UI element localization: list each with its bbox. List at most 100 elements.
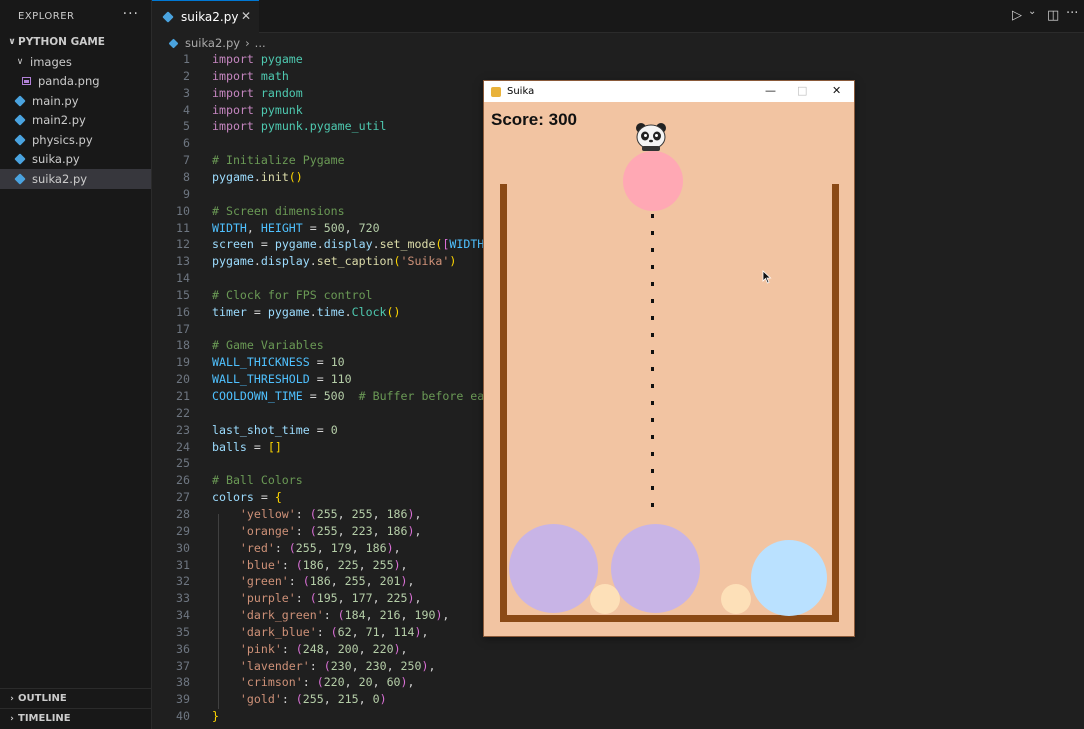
code-token: 500: [323, 220, 345, 235]
outline-section[interactable]: › OUTLINE: [0, 688, 151, 708]
code-token: 250: [400, 658, 422, 673]
code-line[interactable]: 36 'pink': (248, 200, 220),: [152, 641, 1084, 658]
code-token: (: [302, 574, 310, 589]
code-token: 71: [365, 624, 380, 639]
code-token: # Screen dimensions: [212, 203, 345, 218]
code-text: # Initialize Pygame: [212, 152, 345, 169]
code-token: time: [316, 304, 345, 319]
code-text: 'red': (255, 179, 186),: [212, 540, 401, 557]
code-token: =: [309, 422, 331, 437]
code-token: 'yellow': [239, 506, 296, 521]
code-token: WIDTH: [212, 220, 247, 235]
more-actions-icon[interactable]: ···: [123, 6, 139, 22]
folder-images[interactable]: ∨ images: [0, 52, 151, 72]
code-token: ,: [393, 540, 401, 555]
tab-suika2-py[interactable]: suika2.py ✕: [152, 0, 259, 33]
timeline-label: TIMELINE: [18, 713, 71, 724]
game-window-titlebar[interactable]: Suika — □ ✕: [484, 81, 854, 102]
code-token: 255: [344, 574, 366, 589]
line-number: 2: [183, 68, 190, 83]
file-item-panda-png[interactable]: panda.png: [0, 72, 151, 92]
code-token: 'red': [239, 540, 275, 555]
code-token: 'lavender': [239, 658, 310, 673]
code-token: 220: [372, 641, 394, 656]
file-item-suika-py[interactable]: suika.py: [0, 150, 151, 170]
file-item-suika2-py[interactable]: suika2.py: [0, 169, 151, 189]
code-token: :: [281, 692, 296, 707]
code-token: (: [309, 591, 317, 606]
code-token: 200: [337, 641, 359, 656]
minimize-button[interactable]: —: [765, 84, 776, 97]
outline-label: OUTLINE: [18, 693, 67, 704]
code-line[interactable]: 38 'crimson': (220, 20, 60),: [152, 674, 1084, 691]
close-icon[interactable]: ✕: [241, 9, 251, 23]
code-token: 'dark_blue': [239, 624, 317, 639]
left-wall: [500, 184, 507, 622]
game-canvas[interactable]: Score: 300: [488, 106, 850, 632]
timeline-section[interactable]: › TIMELINE: [0, 708, 151, 728]
code-token: 'orange': [239, 523, 296, 538]
split-editor-icon[interactable]: ◫: [1047, 8, 1059, 23]
file-item-main2-py[interactable]: main2.py: [0, 111, 151, 131]
code-token: 186: [365, 540, 387, 555]
line-number: 4: [183, 102, 190, 117]
code-token: 248: [302, 641, 324, 656]
line-number: 15: [176, 287, 190, 302]
code-text: COOLDOWN_TIME = 500 # Buffer before ea: [212, 388, 484, 405]
code-text: 'green': (186, 255, 201),: [212, 573, 415, 590]
maximize-button[interactable]: □: [797, 84, 807, 97]
code-token: import: [212, 68, 261, 83]
folder-python-game[interactable]: ∨ PYTHON GAME: [0, 32, 151, 52]
code-token: Clock: [351, 304, 387, 319]
breadcrumb-rest[interactable]: ...: [255, 36, 266, 50]
code-text: 'dark_green': (184, 216, 190),: [212, 607, 449, 624]
line-number: 34: [176, 608, 190, 623]
pygame-app-icon: [491, 86, 501, 97]
game-window[interactable]: Suika — □ ✕ Score: 300: [484, 81, 854, 636]
code-token: 255: [372, 557, 394, 572]
line-number: 22: [176, 405, 190, 420]
code-token: (): [288, 169, 303, 184]
code-line[interactable]: 39 'gold': (255, 215, 0): [152, 691, 1084, 708]
code-line[interactable]: 1 import pygame: [152, 51, 1084, 68]
code-token: 216: [379, 608, 401, 623]
file-item-physics-py[interactable]: physics.py: [0, 130, 151, 150]
code-line[interactable]: 37 'lavender': (230, 230, 250),: [152, 658, 1084, 675]
code-line[interactable]: 40}: [152, 708, 1084, 725]
code-token: ,: [330, 574, 345, 589]
run-icon[interactable]: ▷: [1012, 8, 1022, 23]
line-number: 26: [176, 473, 190, 488]
code-token: ,: [337, 591, 352, 606]
code-token: 255: [302, 692, 324, 707]
code-token: 60: [386, 675, 401, 690]
code-text: WIDTH, HEIGHT = 500, 720: [212, 220, 380, 237]
code-token: import: [212, 85, 261, 100]
breadcrumb: suika2.py › ...: [168, 34, 266, 52]
code-text: import random: [212, 85, 303, 102]
line-number: 38: [176, 675, 190, 690]
code-token: ,: [414, 506, 422, 521]
file-item-main-py[interactable]: main.py: [0, 91, 151, 111]
more-actions-icon[interactable]: ···: [1066, 6, 1078, 21]
code-token: ,: [351, 540, 366, 555]
python-file-icon: [14, 95, 26, 107]
line-number: 40: [176, 709, 190, 724]
code-token: :: [302, 675, 317, 690]
close-button[interactable]: ✕: [832, 84, 841, 97]
aim-dot: [651, 401, 654, 405]
chevron-down-icon[interactable]: ⌄: [1028, 6, 1036, 17]
code-token: :: [288, 574, 303, 589]
code-token: ,: [344, 220, 359, 235]
code-token: =: [246, 439, 268, 454]
code-token: colors: [212, 490, 254, 505]
tab-label: suika2.py: [181, 10, 239, 24]
breadcrumb-file[interactable]: suika2.py: [185, 36, 240, 50]
aim-dot: [651, 282, 654, 286]
code-token: pygame: [212, 169, 254, 184]
aim-dot: [651, 350, 654, 354]
code-token: 190: [414, 608, 436, 623]
code-token: ,: [372, 506, 387, 521]
code-token: display: [323, 237, 373, 252]
code-token: set_caption: [316, 254, 394, 269]
